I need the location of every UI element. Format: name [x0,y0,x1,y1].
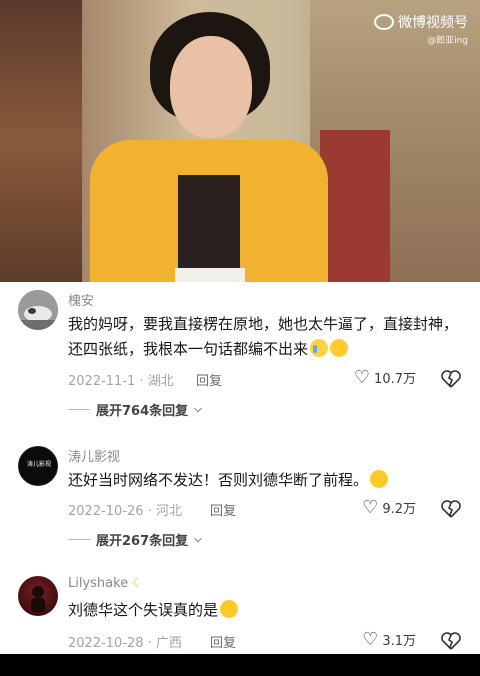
comment-date: 2022-10-28 [68,636,144,651]
presenter-blouse [178,175,240,282]
expand-replies-label: 展开764条回复 [96,404,189,419]
username-text: Lilyshake [68,576,129,591]
comment-date: 2022-11-1 [68,374,136,389]
watermark-brand: 微博视频号 [398,15,468,31]
comment-meta: 2022-10-26 · 河北 [68,504,182,519]
comment-username[interactable]: 槐安 [68,290,94,309]
presenter-face [170,36,252,138]
divider-line [68,409,90,410]
crying-face-icon [310,339,329,357]
like-button[interactable]: ♡ 10.7万 [354,368,416,387]
heart-icon: ♡ [362,496,379,518]
avatar-text: 涛儿影视 [26,461,51,468]
comment-location: 河北 [155,504,182,519]
presenter-paper [175,268,245,282]
broken-heart-icon[interactable] [440,498,462,520]
video-background-left [0,0,82,282]
broken-heart-icon[interactable] [440,630,462,652]
comment-item: 涛儿影视 涛儿影视 还好当时网络不发达！否则刘德华断了前程。 2022-10-2… [0,440,480,560]
comment-meta: 2022-11-1 · 湖北 [68,374,174,389]
like-button[interactable]: ♡ 9.2万 [362,498,416,517]
comment-text: 我的妈呀，要我直接楞在原地，她也太牛逼了，直接封神，还四张纸，我根本一句话都编不… [68,312,468,362]
moon-icon: ☾ [132,576,144,591]
chevron-down-icon: ⌵ [194,404,202,415]
comment-text: 还好当时网络不发达！否则刘德华断了前程。 [68,468,468,493]
comment-text: 刘德华这个失误真的是 [68,598,468,623]
like-count: 3.1万 [382,634,416,649]
comment-text-body: 还好当时网络不发达！否则刘德华断了前程。 [68,471,369,489]
comment-meta: 2022-10-28 · 广西 [68,636,182,651]
laughing-tears-face-icon [220,600,239,618]
weibo-logo-icon [374,14,394,30]
studio-logo-avatar-icon[interactable]: 涛儿影视 [18,446,58,486]
comment-text-body: 我的妈呀，要我直接楞在原地，她也太牛逼了，直接封神，还四张纸，我根本一句话都编不… [68,315,459,358]
comment-item: Lilyshake ☾ 刘德华这个失误真的是 2022-10-28 · 广西 回… [0,570,480,654]
like-count: 10.7万 [374,372,416,387]
expand-replies-button[interactable]: 展开764条回复 ⌵ [68,400,202,419]
watermark-account: @郎亚ing [427,36,468,46]
comment-location: 湖北 [147,374,174,389]
video-background-panel [320,130,390,282]
expand-replies-label: 展开267条回复 [96,534,189,549]
comment-location: 广西 [155,636,182,651]
comment-username[interactable]: 涛儿影视 [68,446,120,465]
like-count: 9.2万 [382,502,416,517]
reply-button[interactable]: 回复 [210,500,236,519]
expand-replies-button[interactable]: 展开267条回复 ⌵ [68,530,202,549]
dark-red-avatar-icon[interactable] [18,576,58,616]
watermark: 微博视频号 @郎亚ing [374,12,468,46]
comment-date: 2022-10-26 [68,504,144,519]
comment-item: 槐安 我的妈呀，要我直接楞在原地，她也太牛逼了，直接封神，还四张纸，我根本一句话… [0,282,480,422]
comment-list: 槐安 我的妈呀，要我直接楞在原地，她也太牛逼了，直接封神，还四张纸，我根本一句话… [0,282,480,654]
video-frame[interactable]: 微博视频号 @郎亚ing [0,0,480,282]
reply-button[interactable]: 回复 [196,370,222,389]
bottom-black-bar [0,654,480,676]
laughing-tears-face-icon [370,470,389,488]
fearful-face-icon [330,339,349,357]
broken-heart-icon[interactable] [440,368,462,390]
heart-icon: ♡ [362,628,379,650]
cat-avatar-icon[interactable] [18,290,58,330]
divider-line [68,539,90,540]
comment-text-body: 刘德华这个失误真的是 [68,601,219,619]
reply-button[interactable]: 回复 [210,632,236,651]
heart-icon: ♡ [353,366,371,388]
comment-username[interactable]: Lilyshake ☾ [68,576,144,591]
like-button[interactable]: ♡ 3.1万 [362,630,416,649]
chevron-down-icon: ⌵ [194,534,202,545]
